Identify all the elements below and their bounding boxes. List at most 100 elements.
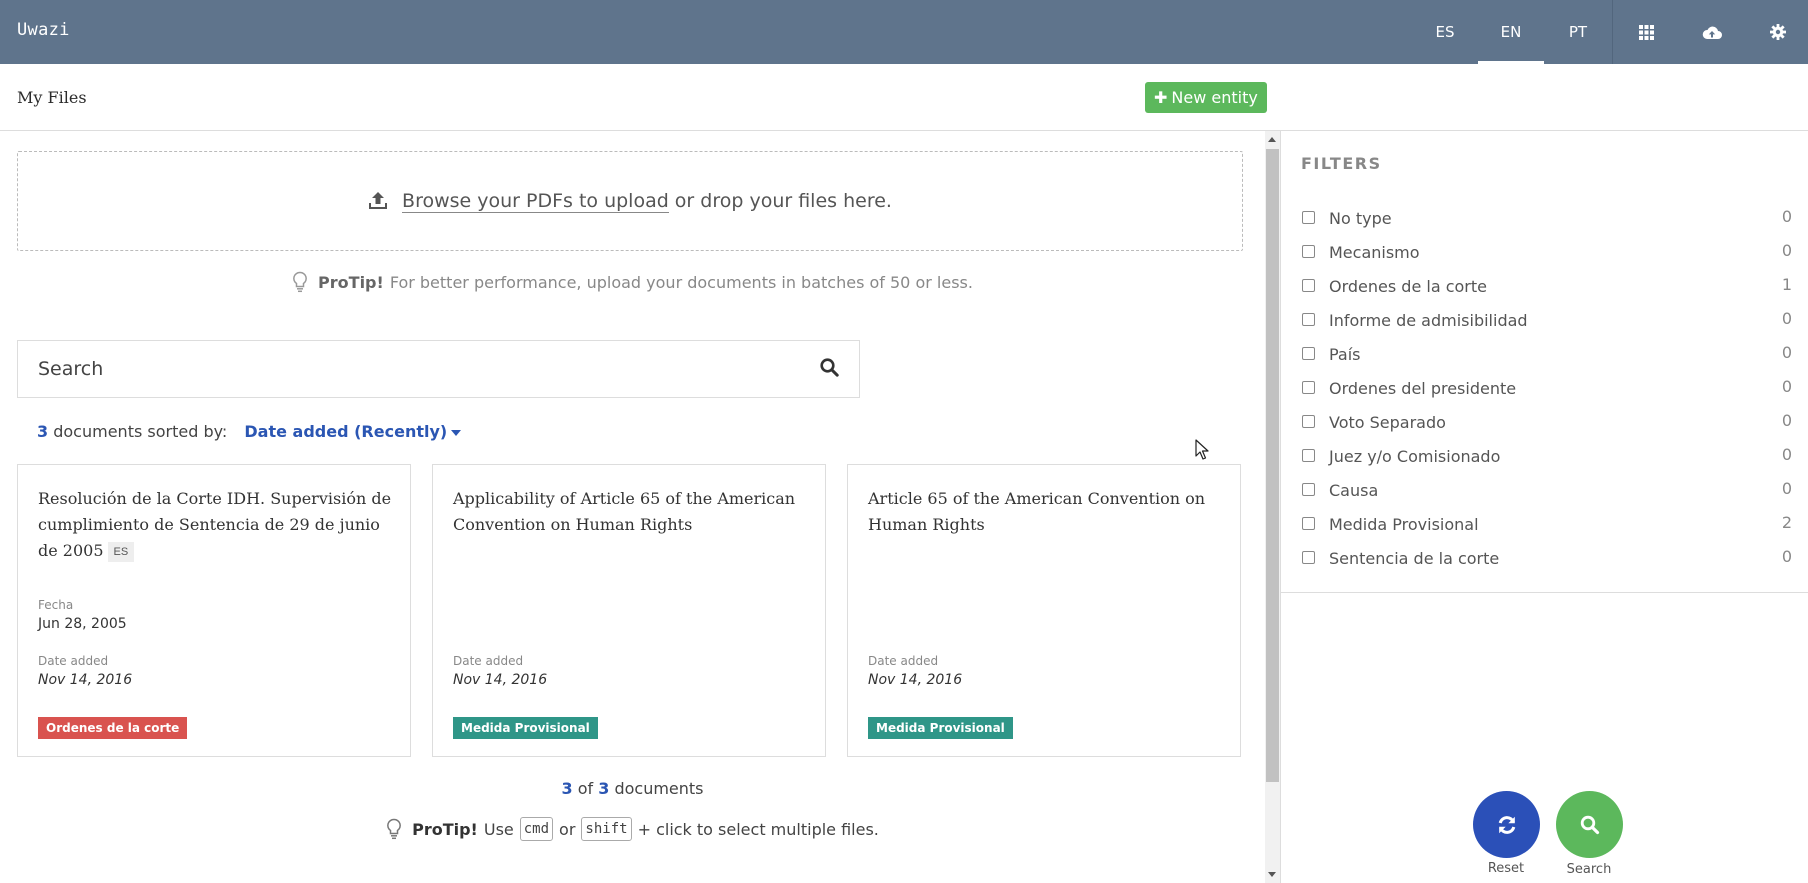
- filter-checkbox[interactable]: [1302, 414, 1315, 428]
- filter-list: No type 0 Mecanismo 0 Ordenes de la corte 1…: [1302, 200, 1792, 574]
- filter-option[interactable]: Causa 0: [1302, 472, 1792, 506]
- filter-count: 0: [1781, 546, 1792, 566]
- filter-option[interactable]: Mecanismo 0: [1302, 234, 1792, 268]
- scroll-up-arrow[interactable]: [1268, 137, 1276, 142]
- main-content: Browse your PDFs to upload or drop your …: [0, 131, 1265, 883]
- filters-divider: [1281, 592, 1808, 593]
- filter-label: Juez y/o Comisionado: [1329, 446, 1501, 466]
- document-title-text: Resolución de la Corte IDH. Supervisión …: [38, 489, 392, 560]
- document-type-badge: Medida Provisional: [868, 717, 1013, 739]
- cmd-key: cmd: [519, 817, 554, 841]
- filter-option[interactable]: Sentencia de la corte 0: [1302, 540, 1792, 574]
- search-button[interactable]: [1556, 791, 1623, 858]
- browse-pdfs-link[interactable]: Browse your PDFs to upload: [402, 190, 669, 213]
- filter-checkbox[interactable]: [1302, 380, 1315, 394]
- document-card[interactable]: Article 65 of the American Convention on…: [847, 464, 1241, 757]
- search-icon: [1580, 815, 1599, 834]
- search-label: Search: [1566, 862, 1612, 877]
- lang-en[interactable]: EN: [1478, 0, 1544, 64]
- documents-count: 3: [37, 422, 49, 441]
- filter-count: 0: [1781, 376, 1792, 396]
- filter-checkbox[interactable]: [1302, 346, 1315, 360]
- metadata-label: Fecha: [38, 598, 74, 612]
- filter-option[interactable]: Juez y/o Comisionado 0: [1302, 438, 1792, 472]
- main-scrollbar[interactable]: [1265, 131, 1280, 883]
- scrollbar-thumb[interactable]: [1266, 149, 1279, 782]
- sort-text: documents sorted by:: [53, 422, 228, 441]
- filter-option[interactable]: Medida Provisional 2: [1302, 506, 1792, 540]
- filter-checkbox[interactable]: [1302, 516, 1315, 530]
- metadata-label: Date added: [453, 654, 524, 668]
- document-card[interactable]: Applicability of Article 65 of the Ameri…: [432, 464, 826, 757]
- shown-count: 3: [561, 779, 573, 798]
- filter-label: País: [1329, 344, 1361, 364]
- language-badge: ES: [107, 541, 135, 562]
- total-count: 3: [598, 779, 610, 798]
- filter-label: Medida Provisional: [1329, 514, 1479, 534]
- shift-key: shift: [581, 817, 632, 841]
- filter-count: 0: [1781, 240, 1792, 260]
- protip-upload: ProTip! For better performance, upload y…: [0, 271, 1265, 293]
- filter-option[interactable]: Informe de admisibilidad 0: [1302, 302, 1792, 336]
- sort-dropdown[interactable]: Date added (Recently): [244, 422, 462, 441]
- filters-sidebar: FILTERS No type 0 Mecanismo 0 Ordenes de l…: [1280, 131, 1808, 883]
- metadata-label: Date added: [38, 654, 109, 668]
- lang-es[interactable]: ES: [1412, 0, 1478, 64]
- drop-files-text: or drop your files here.: [674, 190, 892, 212]
- document-title: Article 65 of the American Convention on…: [868, 489, 1206, 534]
- document-card[interactable]: Resolución de la Corte IDH. Supervisión …: [17, 464, 411, 757]
- filter-checkbox[interactable]: [1302, 312, 1315, 326]
- document-type-badge: Ordenes de la corte: [38, 717, 188, 739]
- grid-icon: [1638, 24, 1654, 40]
- filter-checkbox[interactable]: [1302, 550, 1315, 564]
- filter-count: 0: [1781, 308, 1792, 328]
- scroll-down-arrow[interactable]: [1268, 872, 1276, 877]
- upload-icon: [368, 192, 388, 210]
- filter-checkbox[interactable]: [1302, 482, 1315, 496]
- gear-icon: [1770, 24, 1786, 40]
- filter-checkbox[interactable]: [1302, 278, 1315, 292]
- library-grid-button[interactable]: [1613, 0, 1679, 64]
- sort-dropdown-label: Date added (Recently): [244, 422, 448, 441]
- metadata-label: Date added: [868, 654, 939, 668]
- metadata-value: Nov 14, 2016: [38, 672, 133, 688]
- protip-label: ProTip!: [318, 272, 384, 292]
- filter-label: Sentencia de la corte: [1329, 548, 1500, 568]
- document-type-badge: Medida Provisional: [453, 717, 598, 739]
- search-placeholder: Search: [38, 358, 104, 380]
- refresh-icon: [1498, 815, 1515, 834]
- caret-down-icon: [451, 429, 462, 436]
- protip-suffix-text: + click to select multiple files.: [637, 819, 879, 839]
- protip-multiselect: ProTip! Use cmd or shift + click to sele…: [0, 817, 1265, 841]
- reset-button[interactable]: [1473, 791, 1540, 858]
- app-brand[interactable]: Uwazi: [17, 20, 70, 40]
- filter-label: Ordenes de la corte: [1329, 276, 1487, 296]
- settings-button[interactable]: [1745, 0, 1808, 64]
- filter-option[interactable]: Ordenes de la corte 1: [1302, 268, 1792, 302]
- protip-label: ProTip!: [412, 819, 478, 839]
- filter-option[interactable]: Voto Separado 0: [1302, 404, 1792, 438]
- filter-label: Ordenes del presidente: [1329, 378, 1517, 398]
- page-title: My Files: [17, 88, 87, 107]
- metadata-value: Nov 14, 2016: [868, 672, 963, 688]
- new-entity-button[interactable]: ✚ New entity: [1145, 82, 1267, 113]
- page-header: My Files ✚ New entity: [0, 64, 1808, 131]
- search-icon[interactable]: [820, 357, 839, 381]
- filter-option[interactable]: Ordenes del presidente 0: [1302, 370, 1792, 404]
- lightbulb-icon: [386, 818, 402, 840]
- filter-count: 0: [1781, 342, 1792, 362]
- search-input[interactable]: Search: [17, 340, 860, 398]
- filter-count: 0: [1781, 444, 1792, 464]
- metadata-value: Nov 14, 2016: [453, 672, 548, 688]
- new-entity-label: New entity: [1171, 88, 1258, 107]
- upload-dropzone[interactable]: Browse your PDFs to upload or drop your …: [17, 151, 1243, 251]
- uploads-button[interactable]: [1679, 0, 1745, 64]
- filter-label: Voto Separado: [1329, 412, 1446, 432]
- filter-label: Causa: [1329, 480, 1379, 500]
- filter-checkbox[interactable]: [1302, 244, 1315, 258]
- filter-option[interactable]: País 0: [1302, 336, 1792, 370]
- filter-checkbox[interactable]: [1302, 448, 1315, 462]
- filter-option[interactable]: No type 0: [1302, 200, 1792, 234]
- lang-pt[interactable]: PT: [1545, 0, 1611, 64]
- filter-checkbox[interactable]: [1302, 210, 1315, 224]
